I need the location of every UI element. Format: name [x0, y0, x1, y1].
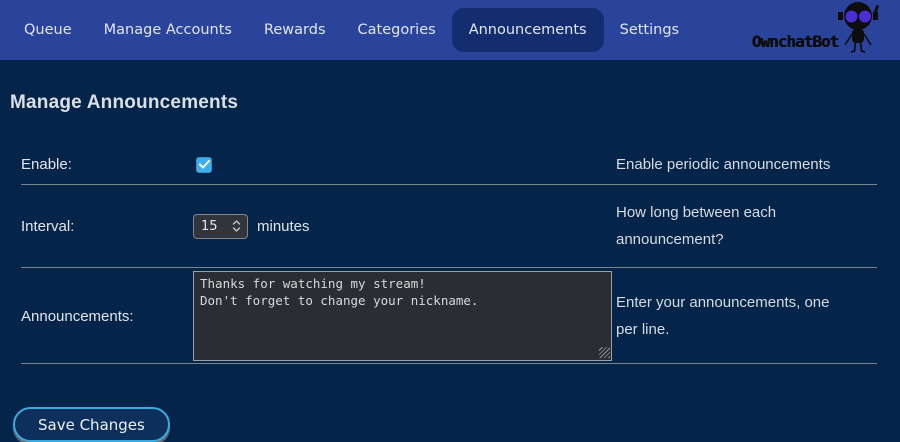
nav-item-manage-accounts[interactable]: Manage Accounts — [88, 8, 248, 52]
robot-mascot-icon — [832, 0, 886, 58]
checkmark-icon — [199, 156, 210, 173]
form-row-interval: Interval: minutes How long between each … — [21, 185, 877, 268]
interval-input[interactable] — [194, 219, 224, 234]
interval-unit-label: minutes — [257, 218, 310, 235]
announcements-textarea[interactable]: Thanks for watching my stream! Don't for… — [193, 271, 612, 361]
nav-item-settings[interactable]: Settings — [604, 8, 695, 52]
nav-item-announcements[interactable]: Announcements — [452, 8, 604, 52]
interval-help-text: How long between each announcement? — [616, 199, 852, 253]
announcements-label: Announcements: — [21, 268, 193, 364]
logo: OwnchatBot — [752, 0, 886, 60]
form-row-announcements: Announcements: Thanks for watching my st… — [21, 268, 877, 364]
form-row-enable: Enable: Enable periodic announcements — [21, 146, 877, 185]
enable-checkbox[interactable] — [196, 157, 212, 173]
navbar: Queue Manage Accounts Rewards Categories… — [0, 0, 900, 60]
enable-label: Enable: — [21, 146, 193, 185]
interval-spinner[interactable] — [193, 214, 248, 239]
logo-text: OwnchatBot — [752, 32, 838, 51]
nav-item-categories[interactable]: Categories — [342, 8, 452, 52]
enable-help-text: Enable periodic announcements — [616, 151, 852, 178]
nav-item-rewards[interactable]: Rewards — [248, 8, 342, 52]
announcements-form: Enable: Enable periodic announcements In… — [21, 146, 877, 364]
spinner-arrows-icon[interactable] — [232, 219, 247, 233]
interval-label: Interval: — [21, 185, 193, 268]
announcements-help-text: Enter your announcements, one per line. — [616, 289, 852, 343]
save-changes-button[interactable]: Save Changes — [13, 407, 170, 442]
nav-item-queue[interactable]: Queue — [8, 8, 88, 52]
page-title: Manage Announcements — [10, 92, 900, 114]
